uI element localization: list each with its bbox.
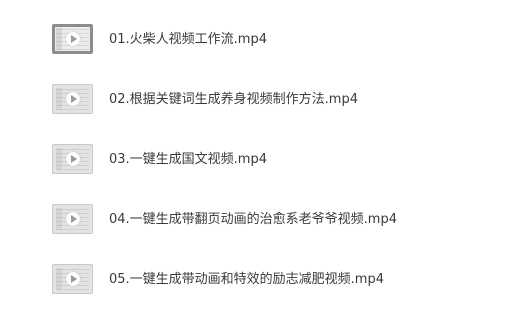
file-name[interactable]: 01.火柴人视频工作流.mp4 bbox=[109, 31, 267, 49]
play-icon bbox=[65, 32, 80, 46]
file-item[interactable]: 02.根据关键词生成养身视频制作方法.mp4 bbox=[0, 80, 531, 120]
play-icon bbox=[65, 92, 80, 106]
file-name[interactable]: 02.根据关键词生成养身视频制作方法.mp4 bbox=[109, 91, 358, 109]
file-name[interactable]: 03.一键生成国文视频.mp4 bbox=[109, 151, 267, 169]
video-thumbnail-icon[interactable] bbox=[52, 144, 93, 174]
file-name[interactable]: 04.一键生成带翻页动画的治愈系老爷爷视频.mp4 bbox=[109, 211, 397, 229]
play-icon bbox=[65, 212, 80, 226]
file-list: 01.火柴人视频工作流.mp4 02.根据关键词生成养身视频制作方法.mp4 0… bbox=[0, 0, 531, 316]
play-icon bbox=[65, 272, 80, 286]
file-item[interactable]: 03.一键生成国文视频.mp4 bbox=[0, 140, 531, 180]
video-thumbnail-icon[interactable] bbox=[52, 264, 93, 294]
file-name[interactable]: 05.一键生成带动画和特效的励志减肥视频.mp4 bbox=[109, 271, 384, 289]
video-thumbnail-icon[interactable] bbox=[52, 204, 93, 234]
play-icon bbox=[65, 152, 80, 166]
file-item[interactable]: 05.一键生成带动画和特效的励志减肥视频.mp4 bbox=[0, 260, 531, 300]
file-item[interactable]: 04.一键生成带翻页动画的治愈系老爷爷视频.mp4 bbox=[0, 200, 531, 240]
video-thumbnail-icon[interactable] bbox=[52, 24, 93, 54]
file-item[interactable]: 01.火柴人视频工作流.mp4 bbox=[0, 20, 531, 60]
video-thumbnail-icon[interactable] bbox=[52, 84, 93, 114]
